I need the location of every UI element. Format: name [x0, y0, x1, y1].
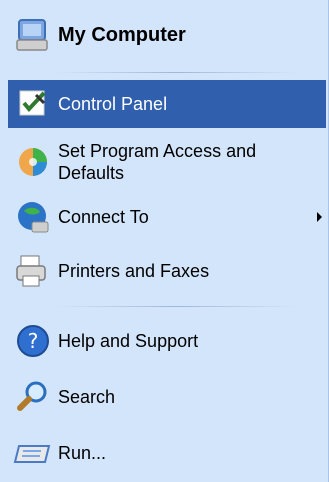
set-program-access-item[interactable]: Set Program Access and Defaults — [8, 138, 326, 186]
printers-faxes-icon — [8, 251, 58, 291]
my-computer-icon — [8, 15, 58, 55]
control-panel-label: Control Panel — [58, 93, 168, 114]
help-support-item[interactable]: ? Help and Support — [8, 318, 326, 364]
printers-faxes-label: Printers and Faxes — [58, 260, 210, 281]
connect-to-icon — [8, 197, 58, 237]
connect-to-item[interactable]: Connect To — [8, 194, 326, 240]
control-panel-item[interactable]: Control Panel — [8, 80, 326, 128]
help-support-label: Help and Support — [58, 330, 199, 351]
search-icon — [8, 377, 58, 417]
search-label: Search — [58, 386, 116, 407]
run-item[interactable]: Run... — [8, 430, 326, 476]
printers-faxes-item[interactable]: Printers and Faxes — [8, 248, 326, 294]
start-menu-right-pane: My Computer Control Panel Set Program Ac… — [0, 0, 329, 482]
separator-2 — [56, 306, 296, 307]
control-panel-icon — [8, 84, 58, 124]
connect-to-label: Connect To — [58, 206, 149, 227]
program-access-icon — [8, 142, 58, 182]
program-access-label: Set Program Access and Defaults — [58, 141, 257, 183]
run-icon — [8, 433, 58, 473]
my-computer-label: My Computer — [58, 23, 186, 46]
submenu-arrow-icon — [317, 212, 322, 222]
search-item[interactable]: Search — [8, 374, 326, 420]
svg-text:?: ? — [28, 329, 39, 353]
my-computer-item[interactable]: My Computer — [8, 14, 326, 56]
help-support-icon: ? — [8, 321, 58, 361]
separator-1 — [56, 72, 296, 73]
run-label: Run... — [58, 442, 107, 463]
